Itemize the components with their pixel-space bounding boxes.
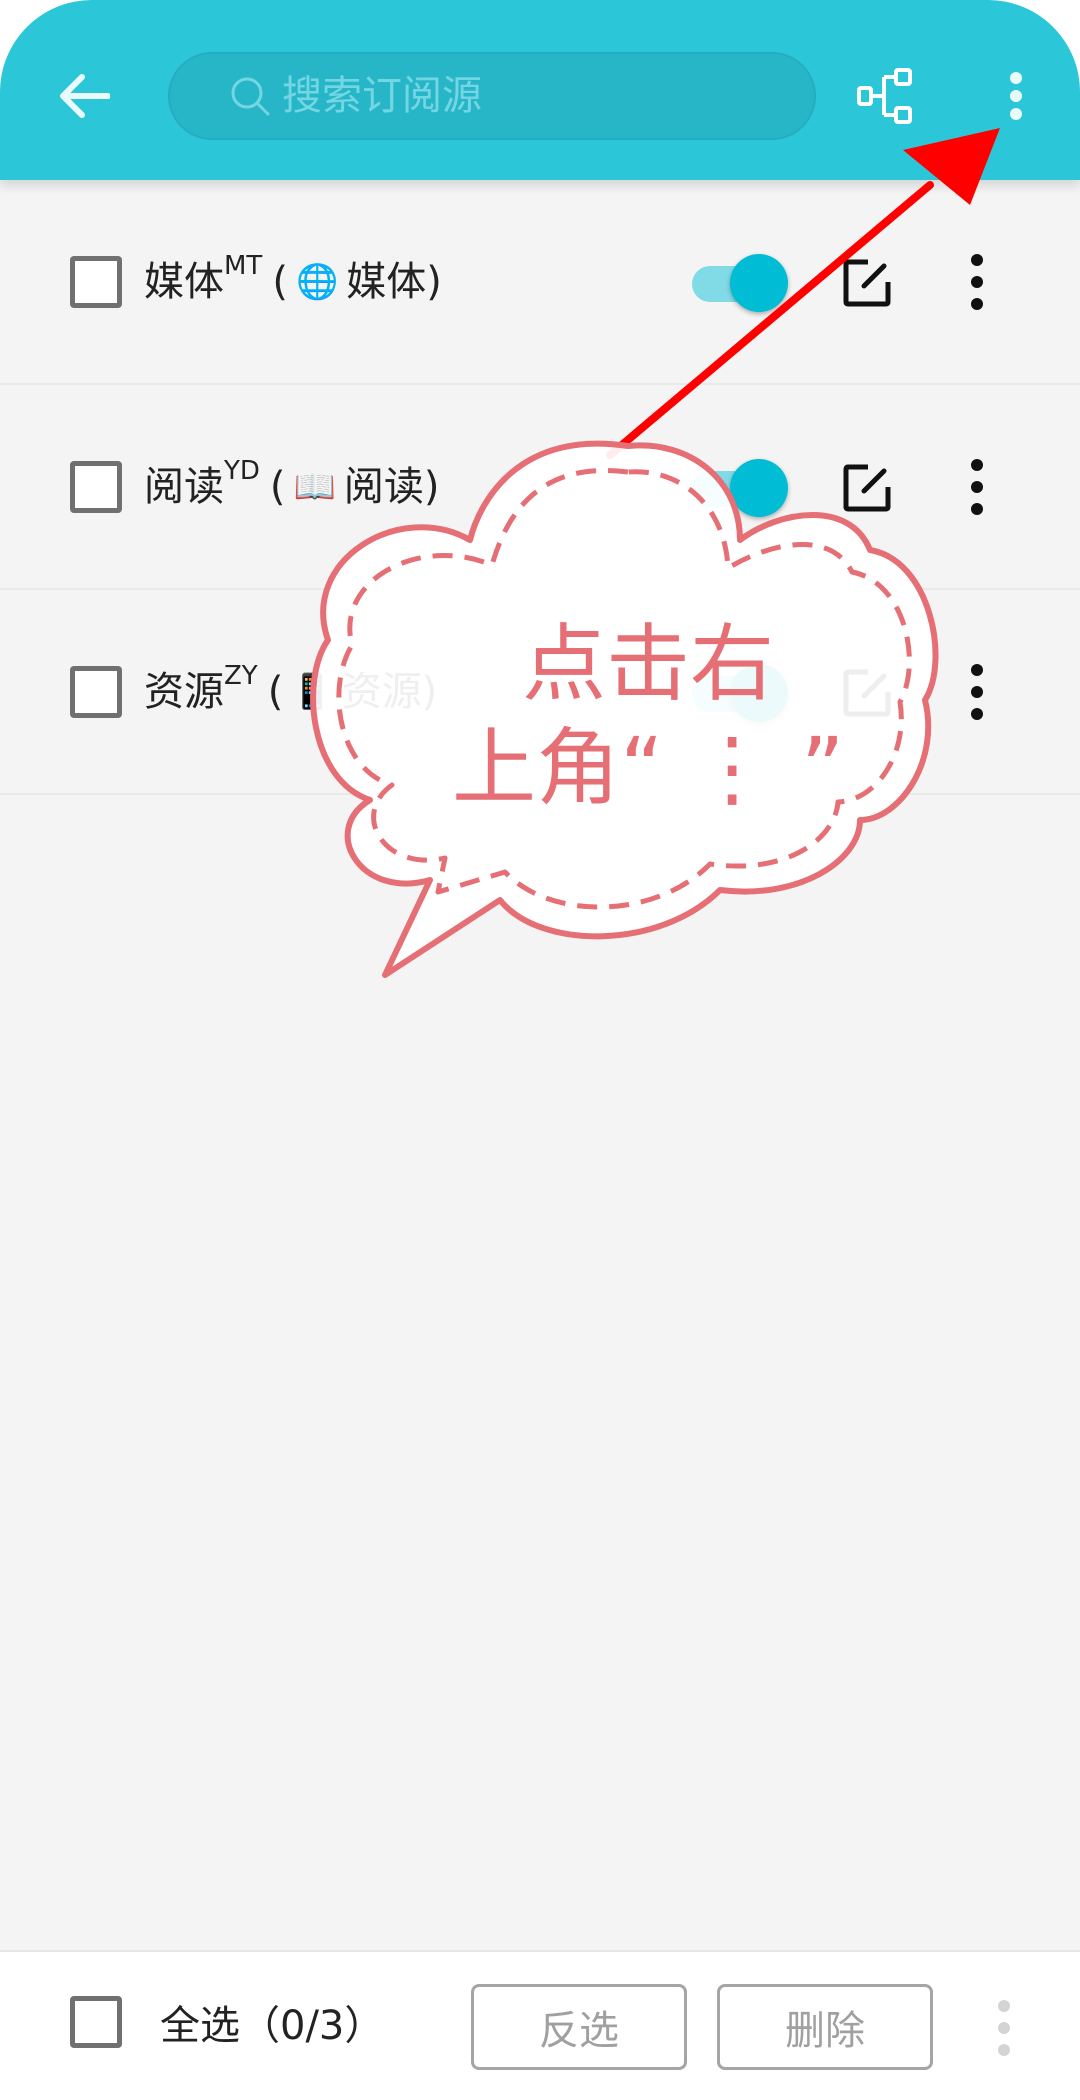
invert-selection-button[interactable]: 反选: [471, 1984, 687, 2070]
search-icon: [231, 77, 270, 116]
more-options-button[interactable]: [996, 66, 1036, 126]
more-vertical-icon: [1010, 72, 1022, 84]
item-checkbox[interactable]: [70, 461, 122, 513]
edit-icon: [843, 669, 891, 717]
item-more-button[interactable]: [962, 254, 992, 310]
search-bar[interactable]: [168, 52, 816, 140]
more-vertical-icon: [971, 459, 983, 471]
bottom-more-button[interactable]: [992, 2000, 1016, 2056]
more-vertical-icon: [971, 664, 983, 676]
group-button[interactable]: [856, 66, 920, 126]
bottom-action-bar: 全选（0/3） 反选 删除: [0, 1950, 1080, 2100]
edit-icon: [843, 259, 891, 307]
source-label: 媒体 MT(🌐 媒体): [144, 250, 442, 314]
search-input[interactable]: [282, 73, 762, 119]
list-item[interactable]: 阅读 YD(📖 阅读): [0, 385, 1080, 590]
edit-icon: [843, 464, 891, 512]
enable-toggle[interactable]: [692, 254, 788, 312]
phone-icon: 📱: [291, 672, 334, 712]
edit-button[interactable]: [842, 668, 892, 718]
enable-toggle[interactable]: [692, 459, 788, 517]
delete-button[interactable]: 删除: [717, 1984, 933, 2070]
book-icon: 📖: [293, 467, 336, 507]
list-item[interactable]: 媒体 MT(🌐 媒体): [0, 180, 1080, 385]
app-bar: [0, 0, 1080, 180]
arrow-left-icon: [60, 74, 110, 118]
select-all-label[interactable]: 全选（0/3）: [160, 1996, 384, 2056]
more-vertical-icon: [971, 254, 983, 266]
edit-button[interactable]: [842, 463, 892, 513]
select-all-checkbox[interactable]: [70, 1996, 122, 2048]
back-button[interactable]: [52, 64, 116, 128]
item-more-button[interactable]: [962, 664, 992, 720]
callout-text: 点击右 上角“ ⋮ ”: [452, 615, 845, 817]
more-vertical-icon: [998, 2000, 1010, 2012]
item-more-button[interactable]: [962, 459, 992, 515]
item-checkbox[interactable]: [70, 666, 122, 718]
globe-icon: 🌐: [295, 262, 339, 302]
group-icon: [857, 68, 912, 124]
source-label: 阅读 YD(📖 阅读): [144, 455, 439, 519]
source-label: 资源 ZY(📱 资源): [144, 660, 437, 724]
item-checkbox[interactable]: [70, 256, 122, 308]
screen: 媒体MT(🌐媒体) 阅读YD(📖阅读): [0, 0, 1080, 2100]
edit-button[interactable]: [842, 258, 892, 308]
